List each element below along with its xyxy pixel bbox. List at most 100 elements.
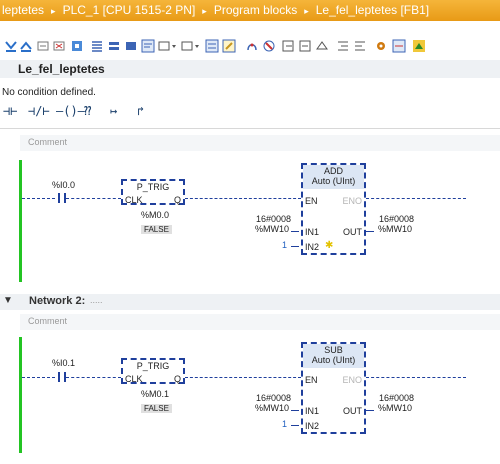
network-1-ptrig-box[interactable]: P_TRIG CLK Q xyxy=(121,179,185,205)
network-1-wire xyxy=(366,198,466,199)
edit-box-icon[interactable] xyxy=(222,39,236,53)
network-2-contact-tag[interactable]: %I0.1 xyxy=(52,358,75,368)
block-name: Le_fel_leptetes xyxy=(18,62,105,76)
block-interface-icon[interactable] xyxy=(392,39,406,53)
watch-icon[interactable] xyxy=(315,39,329,53)
network-1-ptrig-mem-tag[interactable]: %M0.0 xyxy=(141,210,169,220)
network-2-sub-eno: ENO xyxy=(342,375,362,385)
network-1-add-title: ADD xyxy=(323,166,343,176)
network-1-add-box[interactable]: ADD Auto (UInt) EN ENO IN1 OUT IN2 ✱ xyxy=(301,163,366,255)
network-1-add-star-icon[interactable]: ✱ xyxy=(325,240,333,251)
network-2-sub-box[interactable]: SUB Auto (UInt) EN ENO IN1 OUT IN2 xyxy=(301,342,366,434)
network-1-power-rail xyxy=(19,160,22,282)
network-2-ptrig-title: P_TRIG xyxy=(136,361,170,371)
network-1-add-in1-value: 16#0008 xyxy=(256,214,292,224)
divider xyxy=(0,128,500,129)
settings-icon[interactable] xyxy=(374,39,388,53)
network-2-wire xyxy=(66,377,121,378)
network-1-ptrig-title: P_TRIG xyxy=(136,182,170,192)
network-2-sub-en: EN xyxy=(305,375,318,385)
network-1-add-in1-tag[interactable]: %MW10 xyxy=(255,224,289,234)
network-2-ptrig-clk: CLK xyxy=(125,374,143,384)
network-1-wire xyxy=(66,198,121,199)
comments-toggle-icon[interactable] xyxy=(141,39,155,53)
monitoring-stop-icon[interactable] xyxy=(262,39,276,53)
breadcrumb-separator-icon: ▸ xyxy=(202,6,207,16)
favorites-dropdown-icon[interactable] xyxy=(158,39,178,53)
network-2-title-placeholder[interactable]: ..... xyxy=(90,295,103,305)
absolute-operands-dropdown-icon[interactable] xyxy=(181,39,201,53)
network-2-sub-out-label: OUT xyxy=(343,406,362,416)
monitoring-icon[interactable] xyxy=(245,39,259,53)
network-2-title[interactable]: Network 2: xyxy=(29,295,85,307)
network-2-header[interactable]: ▼ Network 2: ..... xyxy=(0,294,500,310)
breadcrumb-item-plc[interactable]: PLC_1 [CPU 1515-2 PN] xyxy=(63,3,196,17)
network-1-ptrig-mem-value: FALSE xyxy=(141,225,172,234)
network-2-sub-type[interactable]: Auto (UInt) xyxy=(303,355,364,365)
normally-open-contact-icon[interactable]: ⊣⊢ xyxy=(3,104,17,118)
editor-toolbar xyxy=(0,36,500,60)
network-2-power-rail xyxy=(19,337,22,453)
network-2-comment-bar[interactable]: Comment xyxy=(20,314,500,330)
go-to-next-icon[interactable] xyxy=(298,39,312,53)
network-2-wire xyxy=(185,377,301,378)
network-1-ptrig-clk: CLK xyxy=(125,195,143,205)
network-2-sub-in1-tag[interactable]: %MW10 xyxy=(255,403,289,413)
open-branch-icon[interactable]: ↦ xyxy=(110,104,117,118)
coil-icon[interactable]: –()– xyxy=(56,104,85,118)
breadcrumb: leptetes ▸ PLC_1 [CPU 1515-2 PN] ▸ Program b… xyxy=(0,0,500,21)
network-2-sub-out-tag[interactable]: %MW10 xyxy=(378,403,412,413)
normally-closed-contact-icon[interactable]: ⊣/⊢ xyxy=(28,104,50,118)
go-to-previous-icon[interactable] xyxy=(281,39,295,53)
network-1-contact[interactable] xyxy=(58,193,66,203)
close-all-networks-icon[interactable] xyxy=(107,39,121,53)
outdent-icon[interactable] xyxy=(353,39,367,53)
upload-icon[interactable] xyxy=(19,39,33,53)
network-2-contact[interactable] xyxy=(58,372,66,382)
network-1-add-in2-value[interactable]: 1 xyxy=(282,240,287,250)
compile-icon[interactable] xyxy=(70,39,84,53)
network-1-add-en: EN xyxy=(305,196,318,206)
network-1-comment-bar[interactable]: Comment xyxy=(20,135,500,151)
network-2-ptrig-box[interactable]: P_TRIG CLK Q xyxy=(121,358,185,384)
network-1-add-in1-label: IN1 xyxy=(305,227,320,237)
breadcrumb-separator-icon: ▸ xyxy=(51,6,56,16)
network-1-add-out-tag[interactable]: %MW10 xyxy=(378,224,412,234)
network-1-add-out-value: 16#0008 xyxy=(379,214,415,224)
network-2-sub-in2-pin xyxy=(291,425,299,426)
network-2-sub-in1-label: IN1 xyxy=(305,406,320,416)
ladder-instruction-toolbar: ⊣⊢ ⊣/⊢ –()– ⁇ ↦ ↱ xyxy=(0,104,170,124)
condition-text: No condition defined. xyxy=(2,87,96,98)
insert-network-icon[interactable] xyxy=(36,39,50,53)
network-1-add-eno: ENO xyxy=(342,196,362,206)
delete-network-icon[interactable] xyxy=(52,39,66,53)
show-box-icon[interactable] xyxy=(205,39,219,53)
indent-icon[interactable] xyxy=(336,39,350,53)
network-2-ptrig-mem-tag[interactable]: %M0.1 xyxy=(141,389,169,399)
network-1-contact-tag[interactable]: %I0.0 xyxy=(52,180,75,190)
network-view-icon[interactable] xyxy=(124,39,138,53)
network-1-ptrig-q: Q xyxy=(173,195,181,205)
network-1-wire xyxy=(185,198,301,199)
network-2-sub-title: SUB xyxy=(324,345,343,355)
network-2-wire xyxy=(22,377,55,378)
network-2-comment[interactable]: Comment xyxy=(28,316,67,326)
network-2-sub-in1-value: 16#0008 xyxy=(256,393,292,403)
network-1-add-in2-pin xyxy=(291,246,299,247)
collapse-arrow-icon[interactable]: ▼ xyxy=(3,295,13,306)
close-branch-icon[interactable]: ↱ xyxy=(137,104,144,118)
open-all-networks-icon[interactable] xyxy=(90,39,104,53)
breadcrumb-item-project[interactable]: leptetes xyxy=(2,3,44,17)
network-1-comment[interactable]: Comment xyxy=(28,137,67,147)
network-1-add-out-pin xyxy=(366,231,374,232)
breadcrumb-item-block[interactable]: Le_fel_leptetes [FB1] xyxy=(316,3,429,17)
breadcrumb-item-program-blocks[interactable]: Program blocks xyxy=(214,3,297,17)
network-2-sub-in2-label: IN2 xyxy=(305,421,320,431)
network-2-sub-in2-value[interactable]: 1 xyxy=(282,419,287,429)
download-icon[interactable] xyxy=(4,39,18,53)
network-1-add-in1-pin xyxy=(291,231,299,232)
empty-box-icon[interactable]: ⁇ xyxy=(84,104,91,118)
snapshot-icon[interactable] xyxy=(412,39,426,53)
network-1-add-type[interactable]: Auto (UInt) xyxy=(303,176,364,186)
network-2-sub-out-pin xyxy=(366,410,374,411)
